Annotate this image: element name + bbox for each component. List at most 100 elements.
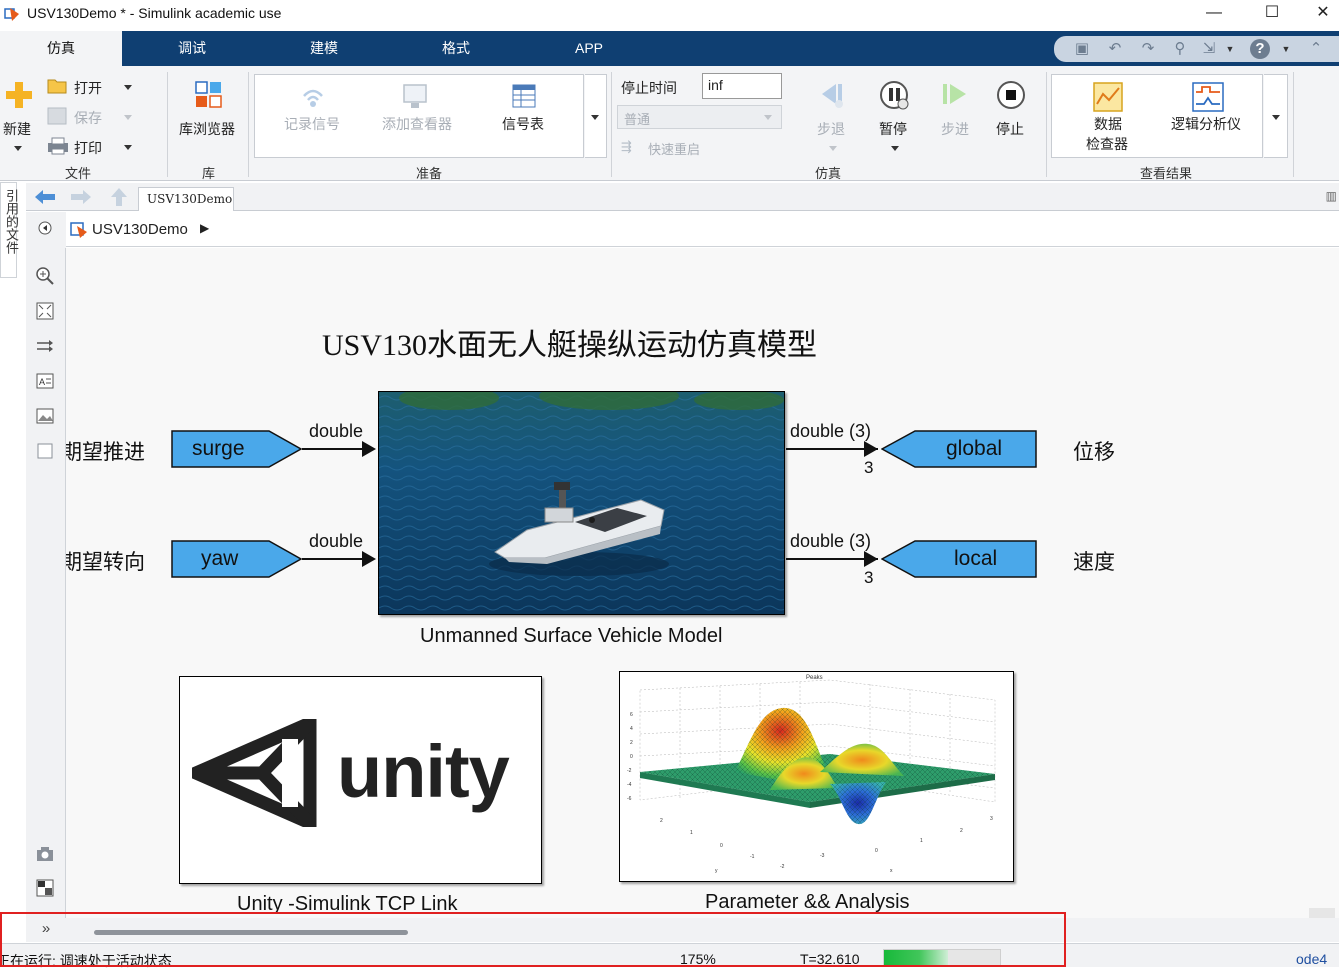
results-expand-button[interactable] (1264, 74, 1288, 158)
save-button[interactable]: 保存 (74, 108, 102, 128)
model-title-annotation: USV130水面无人艇操纵运动仿真模型 (322, 329, 818, 362)
group-label-simulate: 仿真 (815, 166, 842, 181)
open-button[interactable]: 打开 (74, 78, 102, 98)
tab-model-usv130demo[interactable]: USV130Demo (138, 187, 234, 211)
library-browser-button[interactable]: 库浏览器 (179, 119, 235, 139)
simulink-logo-icon (4, 8, 19, 21)
tab-debug[interactable]: 调试 (162, 31, 222, 66)
tab-modeling[interactable]: 建模 (294, 31, 354, 66)
breadcrumb-item-usv130demo[interactable]: USV130Demo (92, 221, 188, 238)
gallery-expand-button[interactable] (585, 74, 607, 158)
hide-explorer-button[interactable] (26, 212, 66, 248)
minimize-button[interactable]: — (1191, 0, 1237, 28)
back-arrow-icon[interactable] (34, 189, 56, 205)
image-icon[interactable] (35, 406, 55, 426)
signal-arrowhead (864, 551, 878, 567)
canvas-palette: A (26, 248, 66, 941)
svg-text:0: 0 (875, 848, 878, 854)
chevron-down-icon (1272, 115, 1280, 120)
maximize-button[interactable]: ☐ (1249, 0, 1295, 28)
signal-width-local: 3 (864, 568, 874, 587)
divider (248, 72, 249, 177)
usv-model-block[interactable] (378, 391, 785, 615)
chevron-down-icon[interactable] (124, 115, 132, 120)
referenced-files-side-tab[interactable]: 引用的文件 (0, 182, 19, 278)
chevron-down-icon[interactable] (829, 146, 837, 151)
signal-line-surge[interactable] (302, 448, 366, 450)
chevron-down-icon[interactable]: ▼ (1220, 39, 1240, 59)
collapse-ribbon-icon[interactable]: ⌃ (1306, 39, 1326, 59)
data-inspector-icon (1093, 82, 1123, 112)
chevron-down-icon[interactable] (14, 146, 22, 151)
data-inspector-button-line2[interactable]: 检查器 (1086, 134, 1128, 154)
save-quick-icon[interactable]: ▣ (1072, 39, 1092, 59)
group-label-library: 库 (202, 166, 216, 181)
outport-local-description: 速度 (1073, 551, 1115, 574)
model-canvas[interactable]: USV130水面无人艇操纵运动仿真模型 期望推进 期望转向 surge yaw … (66, 248, 1339, 918)
chevron-down-icon[interactable] (124, 145, 132, 150)
stop-time-label: 停止时间 (621, 80, 677, 96)
chevron-down-icon[interactable]: ▼ (1276, 39, 1296, 59)
add-viewer-button[interactable]: 添加查看器 (382, 114, 452, 134)
outport-local-label: local (954, 547, 998, 570)
signal-line-yaw[interactable] (302, 558, 366, 560)
signal-type-global: double (3) (790, 421, 872, 441)
unity-wordmark: unity (337, 730, 510, 813)
step-forward-icon (943, 84, 966, 104)
tab-simulation[interactable]: 仿真 (0, 31, 122, 66)
step-back-button[interactable]: 步退 (817, 119, 845, 139)
inport-surge-description: 期望推进 (66, 441, 145, 464)
data-inspector-button[interactable]: 数据 (1094, 114, 1122, 134)
parameter-analysis-block[interactable]: Peaks 6 4 2 0 -2 -4 -6 2 1 0 -1 -2 -3 0 1 2 3 y x (619, 671, 1014, 882)
new-plus-icon[interactable] (4, 80, 34, 110)
svg-text:-2: -2 (627, 768, 632, 774)
title-bar: USV130Demo * - Simulink academic use — ☐… (0, 0, 1339, 30)
fit-to-view-icon[interactable] (35, 301, 55, 321)
pause-button[interactable]: 暂停 (879, 119, 907, 139)
logic-analyzer-button[interactable]: 逻辑分析仪 (1171, 114, 1241, 134)
highlight-annotation-box (0, 912, 1066, 967)
signal-arrowhead (362, 551, 376, 567)
forward-arrow-icon[interactable] (70, 189, 92, 205)
tab-format[interactable]: 格式 (426, 31, 486, 66)
stop-time-input[interactable]: inf (702, 73, 782, 99)
step-forward-button[interactable]: 步进 (941, 119, 969, 139)
zoom-in-icon[interactable] (35, 266, 55, 286)
search-icon[interactable]: ⚲ (1170, 39, 1190, 59)
property-inspector-icon[interactable] (35, 878, 55, 898)
shortcut-icon[interactable]: ⇲ (1199, 39, 1219, 59)
library-browser-icon[interactable] (194, 80, 224, 110)
divider (611, 72, 612, 177)
up-arrow-icon[interactable] (110, 187, 128, 207)
redo-icon[interactable]: ↷ (1138, 39, 1158, 59)
signal-table-button[interactable]: 信号表 (502, 114, 544, 134)
area-icon[interactable] (35, 441, 55, 461)
inport-yaw-description: 期望转向 (66, 551, 145, 574)
signal-table-icon (512, 84, 536, 108)
tab-app[interactable]: APP (559, 31, 619, 66)
breadcrumb-expand-icon[interactable]: ▶ (200, 221, 209, 235)
solver-link[interactable]: ode4 (1296, 951, 1327, 967)
help-icon[interactable]: ? (1250, 39, 1270, 59)
annotation-icon[interactable]: A (35, 371, 55, 391)
breadcrumb: USV130Demo ▶ (66, 213, 1339, 247)
camera-icon[interactable] (35, 844, 55, 864)
chevron-down-icon[interactable] (124, 85, 132, 90)
stop-button[interactable]: 停止 (996, 119, 1024, 139)
close-button[interactable]: ✕ (1300, 0, 1339, 28)
simulation-mode-select[interactable]: 普通 (617, 105, 782, 129)
fast-restart-button[interactable]: 快速重启 (648, 139, 700, 158)
print-button[interactable]: 打印 (74, 138, 102, 158)
auto-route-lines-icon[interactable] (35, 336, 55, 356)
svg-text:0: 0 (720, 843, 723, 849)
save-icon (47, 107, 67, 125)
undo-icon[interactable]: ↶ (1105, 39, 1125, 59)
print-icon (48, 137, 68, 155)
group-label-review: 查看结果 (1140, 166, 1193, 181)
log-signals-button[interactable]: 记录信号 (284, 114, 340, 134)
new-button[interactable]: 新建 (3, 119, 31, 139)
unity-tcp-link-block[interactable]: unity (179, 676, 542, 884)
inport-surge-label: surge (192, 437, 245, 460)
chevron-down-icon[interactable] (891, 146, 899, 151)
explorer-toggle-icon[interactable]: ▥ (1326, 189, 1337, 203)
